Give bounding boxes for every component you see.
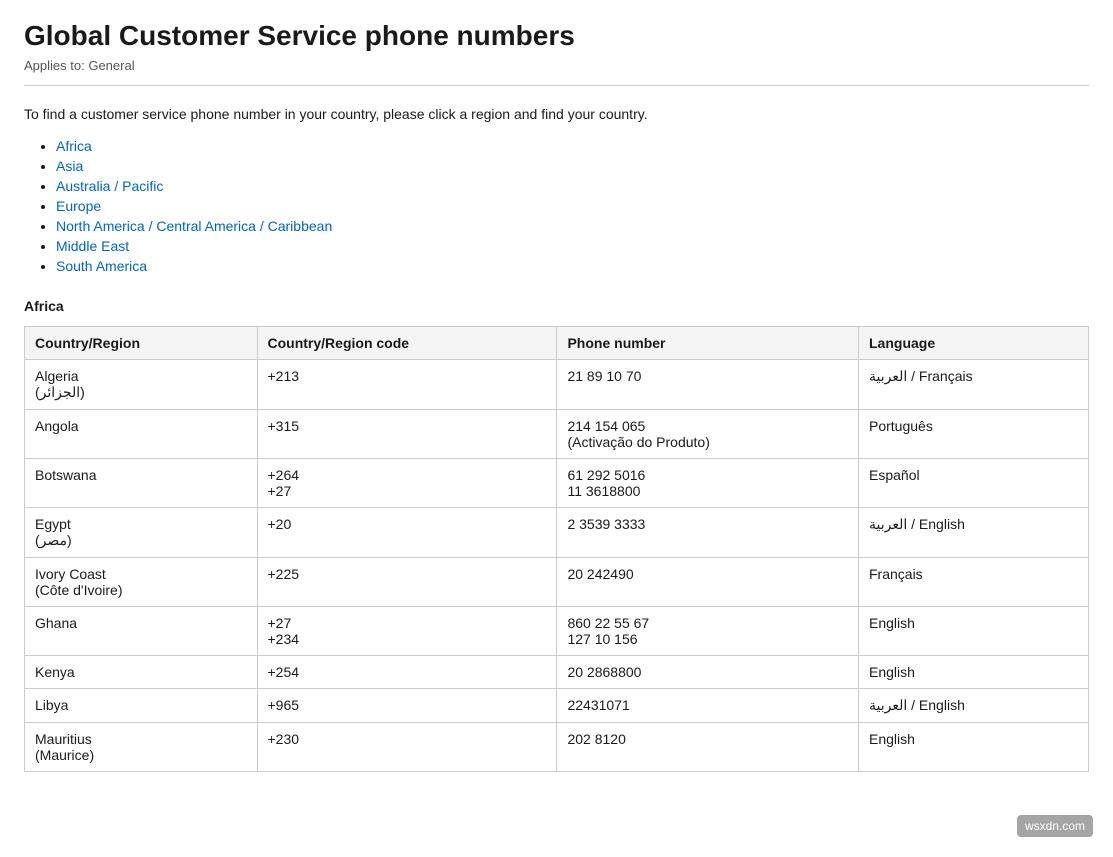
cell-language: العربية / English bbox=[859, 508, 1089, 558]
region-link[interactable]: Europe bbox=[56, 198, 101, 214]
africa-table: Country/Region Country/Region code Phone… bbox=[24, 326, 1089, 772]
region-list-item: Asia bbox=[56, 158, 1089, 174]
africa-heading: Africa bbox=[24, 298, 1089, 314]
cell-phone: 20 2868800 bbox=[557, 656, 859, 689]
cell-code: +254 bbox=[257, 656, 557, 689]
applies-to: Applies to: General bbox=[24, 58, 1089, 73]
cell-phone: 21 89 10 70 bbox=[557, 360, 859, 410]
region-link[interactable]: Middle East bbox=[56, 238, 129, 254]
cell-language: English bbox=[859, 723, 1089, 772]
cell-phone: 860 22 55 67127 10 156 bbox=[557, 607, 859, 656]
table-row: Ivory Coast(Côte d'Ivoire)+22520 242490F… bbox=[25, 558, 1089, 607]
region-link[interactable]: North America / Central America / Caribb… bbox=[56, 218, 332, 234]
cell-language: English bbox=[859, 656, 1089, 689]
table-row: Botswana+264+2761 292 501611 3618800Espa… bbox=[25, 459, 1089, 508]
col-country: Country/Region bbox=[25, 327, 258, 360]
watermark: wsxdn.com bbox=[1017, 815, 1093, 837]
col-phone: Phone number bbox=[557, 327, 859, 360]
cell-phone: 2 3539 3333 bbox=[557, 508, 859, 558]
cell-phone: 214 154 065(Activação do Produto) bbox=[557, 410, 859, 459]
applies-to-value: General bbox=[88, 58, 134, 73]
cell-language: Français bbox=[859, 558, 1089, 607]
cell-code: +27+234 bbox=[257, 607, 557, 656]
cell-country: Angola bbox=[25, 410, 258, 459]
col-code: Country/Region code bbox=[257, 327, 557, 360]
cell-code: +213 bbox=[257, 360, 557, 410]
table-row: Ghana+27+234860 22 55 67127 10 156Englis… bbox=[25, 607, 1089, 656]
applies-to-label: Applies to: bbox=[24, 58, 85, 73]
region-list: Africa Asia Australia / Pacific Europe North… bbox=[24, 138, 1089, 274]
page-title: Global Customer Service phone numbers bbox=[24, 20, 1089, 52]
cell-country: Ghana bbox=[25, 607, 258, 656]
table-row: Libya+96522431071العربية / English bbox=[25, 689, 1089, 723]
cell-country: Kenya bbox=[25, 656, 258, 689]
cell-phone: 61 292 501611 3618800 bbox=[557, 459, 859, 508]
table-row: Mauritius(Maurice)+230202 8120English bbox=[25, 723, 1089, 772]
cell-code: +225 bbox=[257, 558, 557, 607]
region-list-item: South America bbox=[56, 258, 1089, 274]
cell-language: العربية / Français bbox=[859, 360, 1089, 410]
cell-code: +230 bbox=[257, 723, 557, 772]
table-row: Egypt(مصر)+202 3539 3333العربية / Englis… bbox=[25, 508, 1089, 558]
region-link[interactable]: Australia / Pacific bbox=[56, 178, 163, 194]
cell-phone: 202 8120 bbox=[557, 723, 859, 772]
region-list-item: Europe bbox=[56, 198, 1089, 214]
table-header-row: Country/Region Country/Region code Phone… bbox=[25, 327, 1089, 360]
cell-code: +20 bbox=[257, 508, 557, 558]
col-language: Language bbox=[859, 327, 1089, 360]
cell-country: Libya bbox=[25, 689, 258, 723]
intro-text: To find a customer service phone number … bbox=[24, 106, 1089, 122]
cell-language: Español bbox=[859, 459, 1089, 508]
cell-code: +965 bbox=[257, 689, 557, 723]
cell-language: English bbox=[859, 607, 1089, 656]
table-row: Algeria(الجزائر)+21321 89 10 70العربية /… bbox=[25, 360, 1089, 410]
cell-country: Mauritius(Maurice) bbox=[25, 723, 258, 772]
cell-phone: 20 242490 bbox=[557, 558, 859, 607]
region-list-item: Africa bbox=[56, 138, 1089, 154]
cell-country: Algeria(الجزائر) bbox=[25, 360, 258, 410]
cell-language: Português bbox=[859, 410, 1089, 459]
region-link[interactable]: Asia bbox=[56, 158, 83, 174]
region-list-item: Australia / Pacific bbox=[56, 178, 1089, 194]
cell-code: +264+27 bbox=[257, 459, 557, 508]
cell-country: Ivory Coast(Côte d'Ivoire) bbox=[25, 558, 258, 607]
cell-language: العربية / English bbox=[859, 689, 1089, 723]
cell-phone: 22431071 bbox=[557, 689, 859, 723]
africa-section: Africa Country/Region Country/Region cod… bbox=[24, 298, 1089, 772]
table-body: Algeria(الجزائر)+21321 89 10 70العربية /… bbox=[25, 360, 1089, 772]
region-list-item: North America / Central America / Caribb… bbox=[56, 218, 1089, 234]
region-link[interactable]: Africa bbox=[56, 138, 92, 154]
cell-code: +315 bbox=[257, 410, 557, 459]
region-link[interactable]: South America bbox=[56, 258, 147, 274]
cell-country: Botswana bbox=[25, 459, 258, 508]
header-divider bbox=[24, 85, 1089, 86]
region-list-item: Middle East bbox=[56, 238, 1089, 254]
table-row: Angola+315214 154 065(Activação do Produ… bbox=[25, 410, 1089, 459]
cell-country: Egypt(مصر) bbox=[25, 508, 258, 558]
table-row: Kenya+25420 2868800English bbox=[25, 656, 1089, 689]
